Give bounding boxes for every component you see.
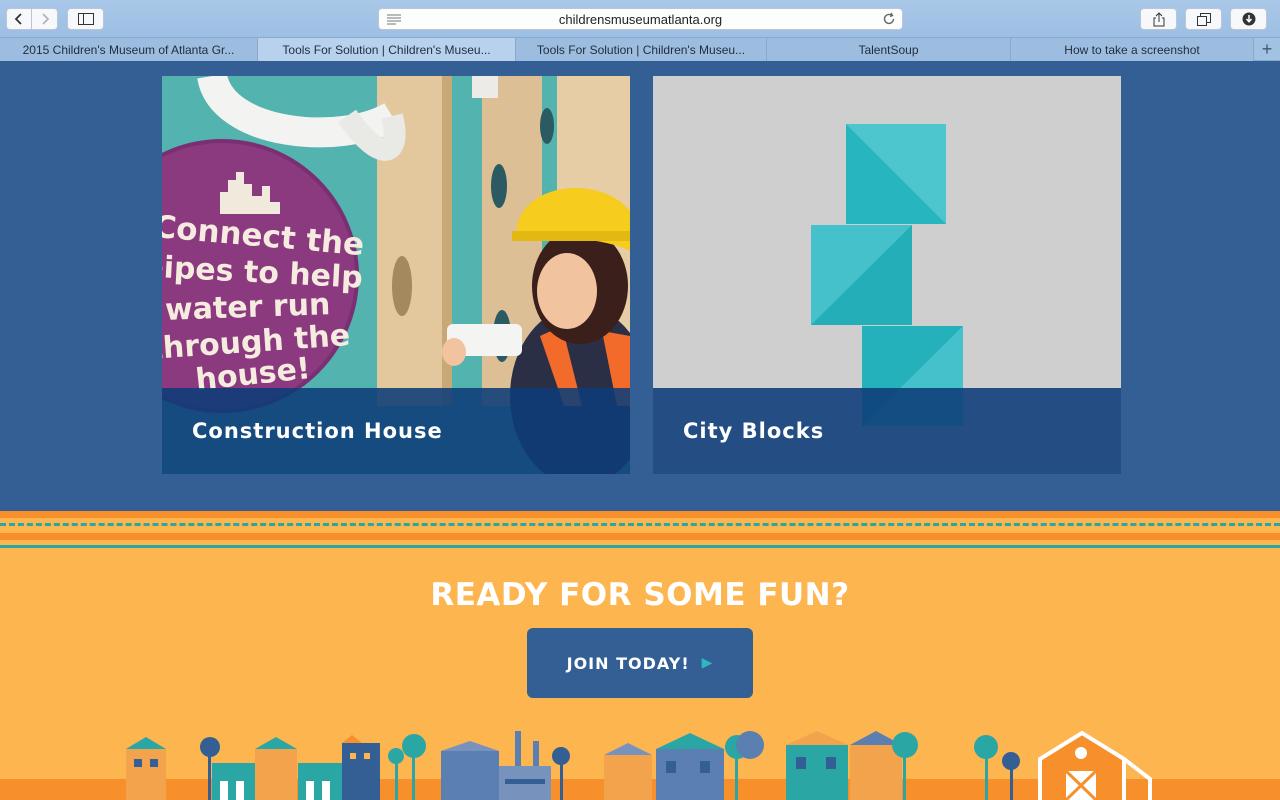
card-caption: City Blocks: [653, 388, 1121, 474]
card-city-blocks[interactable]: City Blocks: [653, 76, 1121, 474]
card-caption: Construction House: [162, 388, 630, 474]
chevron-right-icon: [41, 13, 49, 25]
decorative-dashed-line: [0, 523, 1280, 526]
chevron-left-icon: [14, 13, 22, 25]
card-title: City Blocks: [683, 419, 825, 443]
reader-icon[interactable]: [387, 14, 401, 25]
reload-icon[interactable]: [882, 12, 896, 26]
chevron-right-icon: ▶: [701, 655, 714, 671]
tab-bar: 2015 Children's Museum of Atlanta Gr... …: [0, 38, 1280, 61]
tab-2015-childrens-museum[interactable]: 2015 Children's Museum of Atlanta Gr...: [0, 38, 258, 61]
promo-section: READY FOR SOME FUN? JOIN TODAY! ▶: [0, 511, 1280, 800]
browser-toolbar: childrensmuseumatlanta.org: [0, 0, 1280, 38]
card-title: Construction House: [192, 419, 443, 443]
town-illustration: [0, 731, 1280, 800]
card-construction-house[interactable]: Connect the pipes to help water run thro…: [162, 76, 630, 474]
download-icon: [1242, 12, 1255, 26]
downloads-button[interactable]: [1230, 8, 1267, 30]
tabs-icon: [1196, 12, 1211, 26]
address-bar[interactable]: childrensmuseumatlanta.org: [378, 8, 903, 30]
navigation-buttons: [6, 8, 59, 30]
back-button[interactable]: [6, 8, 32, 30]
tab-tools-for-solution[interactable]: Tools For Solution | Children's Museu...: [516, 38, 767, 61]
url-text: childrensmuseumatlanta.org: [558, 11, 723, 27]
page-content: Connect the pipes to help water run thro…: [0, 62, 1280, 800]
decorative-stripe: [0, 545, 1280, 548]
share-icon: [1153, 11, 1164, 26]
decorative-stripe: [0, 533, 1280, 540]
tab-how-to-take-a-screenshot[interactable]: How to take a screenshot: [1011, 38, 1254, 61]
exhibits-section: Connect the pipes to help water run thro…: [0, 62, 1280, 512]
promo-heading: READY FOR SOME FUN?: [430, 577, 850, 613]
sidebar-icon: [77, 13, 94, 25]
tabs-overview-button[interactable]: [1185, 8, 1222, 30]
tab-talentsoup[interactable]: TalentSoup: [767, 38, 1011, 61]
share-button[interactable]: [1140, 8, 1177, 30]
forward-button[interactable]: [32, 8, 58, 30]
new-tab-button[interactable]: +: [1254, 38, 1280, 61]
join-today-label: JOIN TODAY!: [566, 653, 690, 673]
tab-tools-for-solution-active[interactable]: Tools For Solution | Children's Museu...: [258, 38, 516, 61]
sidebar-button[interactable]: [67, 8, 104, 30]
decorative-stripe: [0, 511, 1280, 518]
plus-icon: +: [1261, 39, 1273, 59]
join-today-button[interactable]: JOIN TODAY! ▶: [527, 628, 753, 698]
